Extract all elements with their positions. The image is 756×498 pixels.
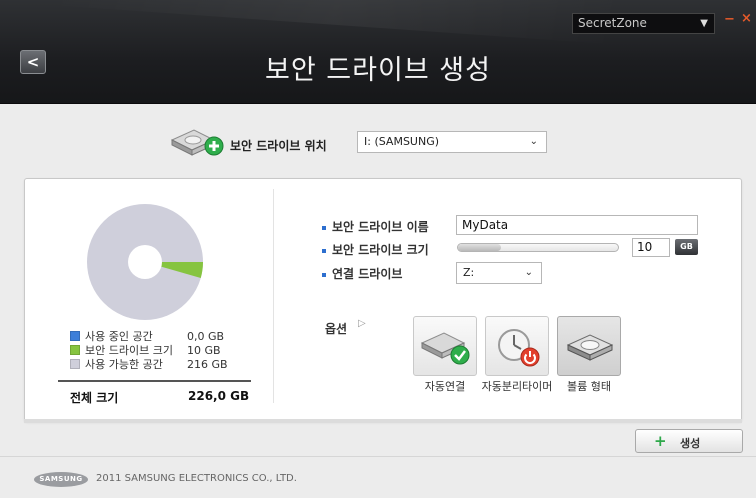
total-size-label: 전체 크기 [70, 391, 119, 405]
legend-row-secure: 보안 드라이브 크기 10 GB [70, 343, 228, 357]
panel-bottom-bar [24, 419, 742, 423]
copyright-text: 2011 SAMSUNG ELECTRONICS CO., LTD. [96, 473, 297, 484]
footer-divider [0, 456, 756, 457]
legend-divider [58, 380, 251, 382]
samsung-logo: SAMSUNG [34, 472, 88, 487]
app-select-value: SecretZone [578, 16, 647, 30]
close-button[interactable]: × [741, 11, 752, 26]
plus-icon: + [654, 432, 667, 450]
location-label: 보안 드라이브 위치 [230, 139, 327, 153]
drive-size-label: 보안 드라이브 크기 [322, 241, 429, 258]
location-select-value: I: (SAMSUNG) [364, 135, 440, 148]
volume-type-option[interactable] [557, 316, 621, 376]
create-button-label: 생성 [680, 437, 701, 450]
location-select[interactable]: I: (SAMSUNG) ⌄ [357, 131, 547, 153]
chevron-down-icon: ▼ [700, 18, 708, 29]
legend-value-free: 216 GB [187, 357, 228, 371]
legend-row-free: 사용 가능한 공간 216 GB [70, 357, 228, 371]
total-size-value: 226,0 GB [188, 389, 250, 403]
legend-value-secure: 10 GB [187, 343, 221, 357]
drive-check-icon [420, 332, 470, 365]
header-bar: < 보안 드라이브 생성 SecretZone ▼ − × [0, 0, 756, 104]
panel-divider [273, 189, 274, 403]
volume-type-label: 볼륨 형태 [567, 380, 611, 393]
disk-usage-pie [87, 204, 203, 320]
app-select[interactable]: SecretZone ▼ [572, 13, 715, 34]
create-button[interactable]: + 생성 [635, 429, 743, 453]
connect-drive-value: Z: [463, 266, 475, 279]
drive-size-slider-fill [458, 244, 501, 251]
chevron-down-icon: ⌄ [524, 267, 533, 278]
legend-label-free: 사용 가능한 공간 [85, 358, 163, 371]
legend-swatch-used [70, 331, 80, 341]
drive-volume-icon [566, 334, 614, 361]
size-unit-badge: GB [675, 239, 698, 255]
usage-legend: 사용 중인 공간 0,0 GB 보안 드라이브 크기 10 GB 사용 가능한 … [70, 329, 228, 371]
connect-drive-label: 연결 드라이브 [322, 265, 402, 282]
timer-clock-icon [498, 329, 540, 367]
drive-name-input[interactable]: MyData [456, 215, 698, 235]
legend-swatch-secure [70, 345, 80, 355]
connect-drive-select[interactable]: Z: ⌄ [456, 262, 542, 284]
drive-size-slider[interactable] [457, 243, 619, 252]
legend-swatch-free [70, 359, 80, 369]
minimize-button[interactable]: − [724, 12, 735, 27]
drive-size-input[interactable]: 10 [632, 238, 670, 257]
auto-detach-timer-option[interactable] [485, 316, 549, 376]
auto-detach-timer-label: 자동분리타이머 [481, 380, 553, 393]
page-title: 보안 드라이브 생성 [265, 55, 491, 86]
drive-add-icon [170, 129, 224, 156]
auto-connect-option[interactable] [413, 316, 477, 376]
drive-name-label: 보안 드라이브 이름 [322, 218, 429, 235]
legend-value-used: 0,0 GB [187, 329, 225, 343]
options-expand-icon[interactable]: ▷ [358, 318, 366, 329]
options-label: 옵션 [325, 322, 348, 336]
auto-connect-label: 자동연결 [424, 380, 466, 393]
chevron-down-icon: ⌄ [529, 136, 538, 147]
legend-row-used: 사용 중인 공간 0,0 GB [70, 329, 228, 343]
